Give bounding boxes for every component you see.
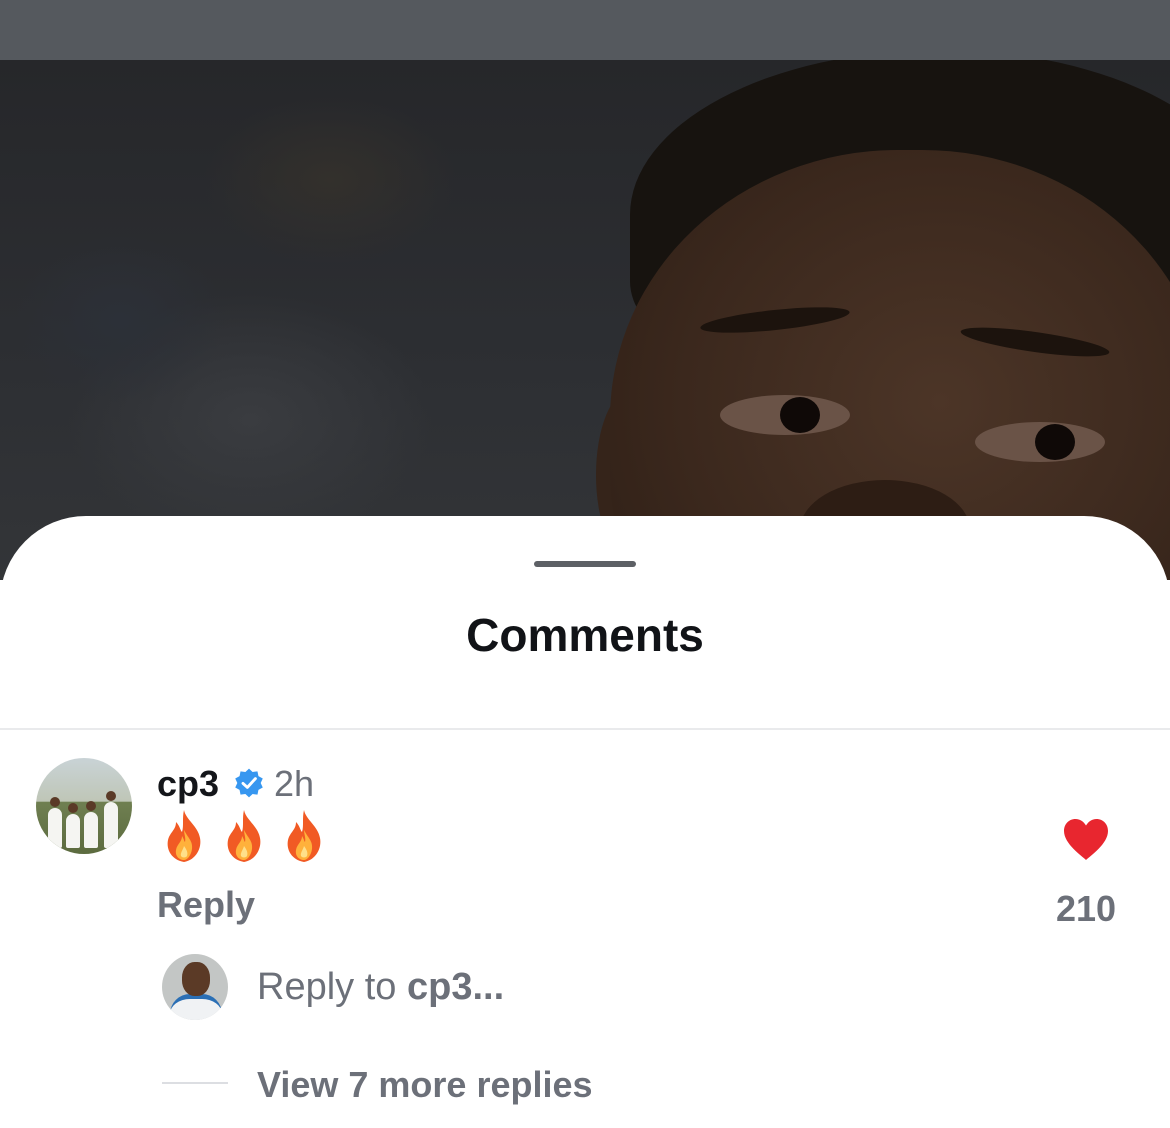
background-video-frame [0, 60, 1170, 580]
like-count: 210 [1055, 888, 1117, 929]
comment-timestamp: 2h [274, 763, 315, 804]
view-more-replies-button[interactable]: View 7 more replies [257, 1064, 593, 1106]
fire-emoji-icon [287, 810, 321, 862]
replies-divider-line [162, 1082, 228, 1084]
reply-input[interactable]: Reply to cp3... [257, 966, 504, 1009]
status-bar-overlay [0, 0, 1170, 60]
sheet-title: Comments [466, 609, 704, 661]
reply-input-target: cp3... [406, 966, 505, 1008]
drag-handle-icon[interactable] [534, 561, 636, 567]
fire-emoji-icon [227, 810, 261, 862]
reply-input-prefix: Reply to [257, 966, 407, 1008]
comments-sheet: Comments cp3 2h Reply 210 Reply to cp3..… [0, 516, 1170, 1128]
heart-icon[interactable] [1062, 818, 1110, 862]
fire-emoji-icon [167, 810, 201, 862]
comment-text [160, 808, 340, 872]
header-divider [0, 728, 1170, 730]
commenter-username[interactable]: cp3 [157, 763, 219, 805]
reply-button[interactable]: Reply [157, 884, 255, 926]
current-user-avatar [162, 954, 228, 1020]
verified-badge-icon [235, 768, 263, 798]
commenter-avatar[interactable] [36, 758, 132, 854]
